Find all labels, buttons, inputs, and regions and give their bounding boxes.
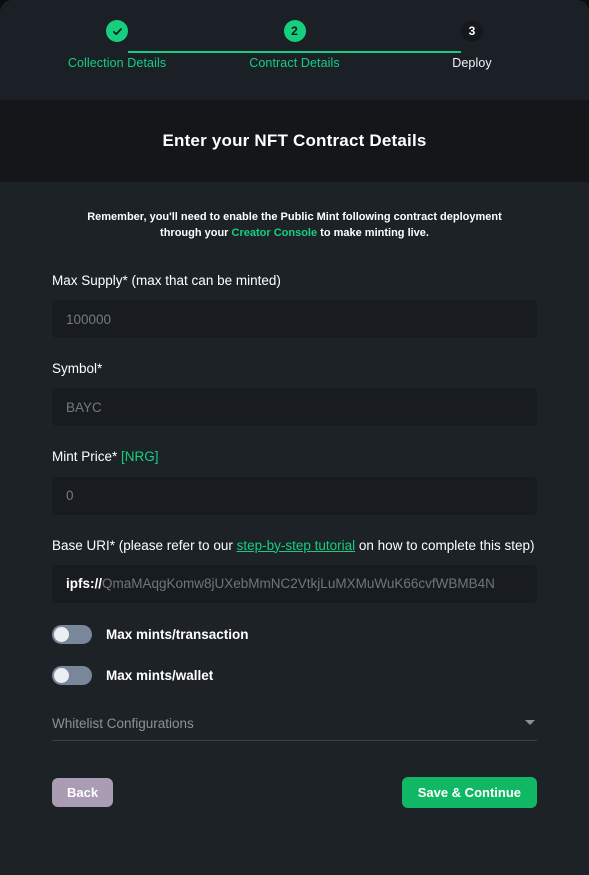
toggle-knob bbox=[54, 667, 69, 683]
base-uri-input[interactable] bbox=[102, 576, 523, 592]
step-2-bubble: 2 bbox=[283, 20, 306, 42]
form-panel: Remember, you'll need to enable the Publ… bbox=[0, 182, 589, 875]
step-3-label: Deploy bbox=[452, 56, 492, 70]
toggle-knob bbox=[54, 626, 69, 642]
stepper: Collection Details 2 Contract Details 3 … bbox=[0, 20, 589, 70]
step-2-label: Contract Details bbox=[249, 56, 340, 70]
toggle-row-max-mints-transaction: Max mints/transaction bbox=[52, 624, 537, 644]
whitelist-selected-value: Whitelist Configurations bbox=[52, 715, 194, 731]
chevron-down-icon bbox=[525, 719, 535, 725]
ipfs-prefix-label: ipfs:// bbox=[66, 576, 102, 591]
step-contract-details[interactable]: 2 Contract Details bbox=[249, 20, 340, 70]
back-button[interactable]: Back bbox=[52, 777, 114, 807]
page-title: Enter your NFT Contract Details bbox=[162, 131, 427, 150]
base-uri-label: Base URI* (please refer to our step-by-s… bbox=[52, 537, 537, 555]
mint-price-label-text: Mint Price* bbox=[52, 449, 118, 465]
check-icon bbox=[112, 27, 122, 35]
title-band: Enter your NFT Contract Details bbox=[0, 100, 589, 182]
toggle-row-max-mints-wallet: Max mints/wallet bbox=[52, 665, 537, 685]
step-deploy[interactable]: 3 Deploy bbox=[452, 20, 492, 70]
step-by-step-tutorial-link[interactable]: step-by-step tutorial bbox=[237, 538, 356, 553]
step-collection-details[interactable]: Collection Details bbox=[68, 20, 166, 70]
stepper-panel: Collection Details 2 Contract Details 3 … bbox=[0, 0, 589, 100]
step-1-label: Collection Details bbox=[67, 56, 167, 70]
max-mints-wallet-toggle[interactable] bbox=[52, 665, 92, 685]
step-3-bubble: 3 bbox=[461, 20, 483, 42]
base-uri-input-wrap[interactable]: ipfs:// bbox=[52, 564, 537, 603]
field-mint-price: Mint Price* [NRG] bbox=[52, 448, 537, 515]
max-supply-label: Max Supply* (max that can be minted) bbox=[52, 272, 281, 288]
symbol-input[interactable] bbox=[52, 388, 537, 427]
save-and-continue-button[interactable]: Save & Continue bbox=[401, 776, 537, 808]
symbol-label: Symbol* bbox=[52, 361, 103, 377]
public-mint-notice: Remember, you'll need to enable the Publ… bbox=[52, 210, 537, 242]
max-mints-transaction-toggle[interactable] bbox=[52, 624, 92, 644]
base-uri-label-before: Base URI* (please refer to our bbox=[52, 537, 237, 553]
max-mints-transaction-label: Max mints/transaction bbox=[106, 626, 249, 642]
base-uri-label-after: on how to complete this step) bbox=[355, 537, 535, 553]
field-base-uri: Base URI* (please refer to our step-by-s… bbox=[52, 537, 537, 603]
step-1-bubble bbox=[106, 20, 128, 42]
mint-price-input[interactable] bbox=[52, 476, 537, 515]
max-supply-input[interactable] bbox=[52, 300, 537, 339]
max-mints-wallet-label: Max mints/wallet bbox=[106, 667, 214, 683]
mint-price-label: Mint Price* [NRG] bbox=[52, 448, 537, 466]
creator-console-link[interactable]: Creator Console bbox=[232, 227, 318, 239]
mint-price-currency: [NRG] bbox=[121, 449, 159, 465]
field-max-supply: Max Supply* (max that can be minted) bbox=[52, 272, 537, 339]
field-symbol: Symbol* bbox=[52, 360, 537, 427]
contract-details-page: Collection Details 2 Contract Details 3 … bbox=[0, 0, 589, 875]
form-footer: Back Save & Continue bbox=[52, 776, 537, 820]
whitelist-configurations-select[interactable]: Whitelist Configurations bbox=[52, 707, 537, 741]
notice-text-after: to make minting live. bbox=[317, 226, 429, 239]
